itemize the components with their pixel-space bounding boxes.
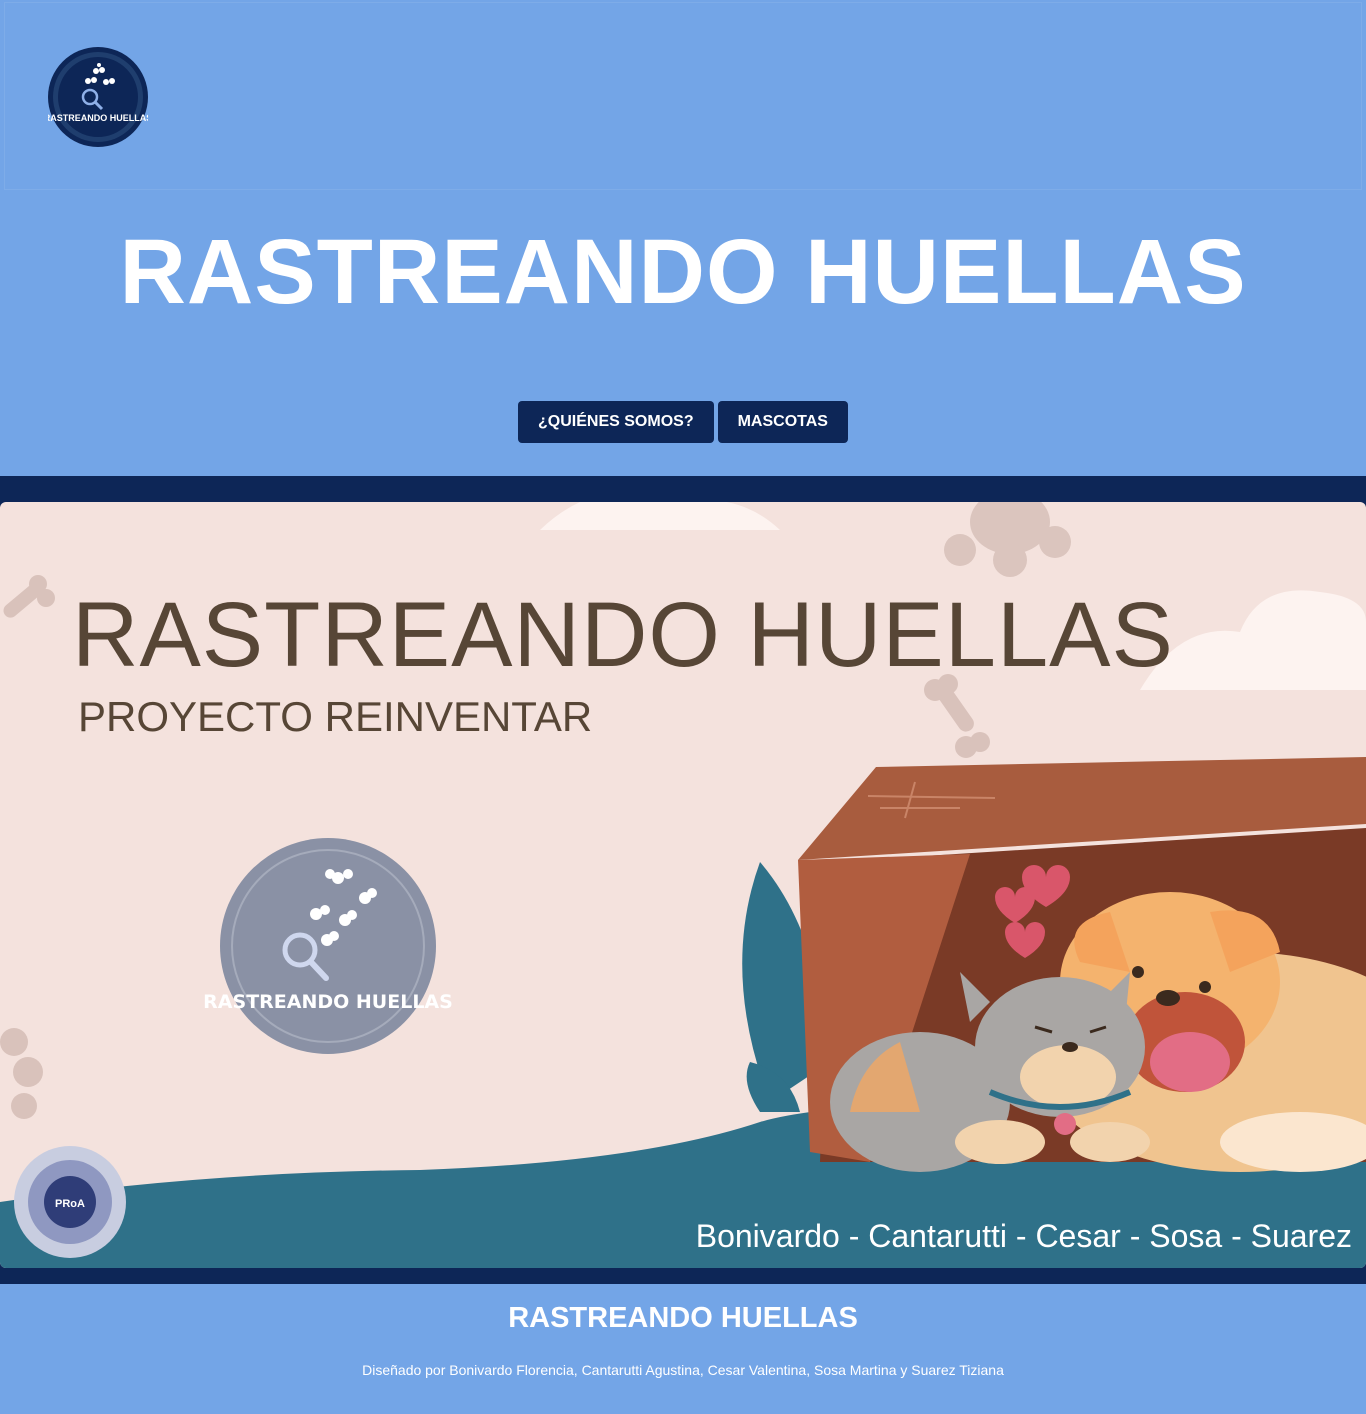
bone-icon <box>3 575 55 618</box>
banner-title: RASTREANDO HUELLAS <box>72 584 1174 686</box>
school-badge-text: PRoA <box>55 1198 85 1210</box>
site-title: RASTREANDO HUELLAS <box>119 221 1247 323</box>
nav-quienes-somos-button[interactable]: ¿QUIÉNES SOMOS? <box>518 401 714 443</box>
top-bar <box>4 2 1362 190</box>
bone-icon <box>924 674 990 758</box>
footer-title: RASTREANDO HUELLAS <box>508 1302 858 1334</box>
authors-line: Bonivardo - Cantarutti - Cesar - Sosa - … <box>695 1218 1352 1254</box>
paw-print-icon <box>0 1028 43 1119</box>
rastreando-huellas-badge: RASTREANDO HUELLAS <box>203 838 453 1054</box>
main-nav: ¿QUIÉNES SOMOS? MASCOTAS <box>0 401 1366 443</box>
badge-text: RASTREANDO HUELLAS <box>203 991 453 1013</box>
site-logo[interactable]: RASTREANDO HUELLAS <box>48 47 148 147</box>
footer-credit: Diseñado por Bonivardo Florencia, Cantar… <box>362 1362 1004 1378</box>
nav-mascotas-button[interactable]: MASCOTAS <box>717 401 848 443</box>
paw-print-icon <box>944 502 1071 577</box>
school-badge: PRoA <box>14 1146 126 1258</box>
logo-text: RASTREANDO HUELLAS <box>48 113 148 123</box>
banner-subtitle: PROYECTO REINVENTAR <box>78 693 593 740</box>
